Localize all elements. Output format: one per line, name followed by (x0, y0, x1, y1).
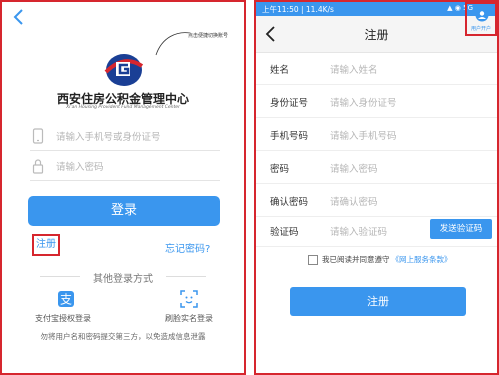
annotation-text: 点击便捷切换账号 (188, 33, 229, 39)
svg-text:支: 支 (60, 293, 72, 307)
security-warning: 勿将用户名和密码提交第三方，以免造成信息泄露 (40, 332, 206, 341)
login-button[interactable]: 登录 (28, 196, 220, 226)
forgot-password-link[interactable]: 忘记密码? (165, 240, 210, 255)
agree-checkbox[interactable] (308, 254, 318, 265)
field-label: 密码 (270, 164, 290, 175)
user-account-button[interactable]: 用户开户 (465, 2, 497, 36)
phone-id-placeholder: 请输入手机号或身份证号 (56, 132, 161, 143)
back-button[interactable] (12, 9, 26, 25)
field-label: 姓名 (270, 65, 290, 76)
alipay-icon[interactable]: 支 (57, 290, 75, 308)
confirm-password-field[interactable]: 确认密码 请确认密码 (256, 184, 497, 217)
phone-icon (32, 128, 44, 144)
field-label: 身份证号 (270, 98, 309, 109)
password-input[interactable]: 请输入密码 (30, 152, 220, 181)
org-logo-icon (104, 54, 144, 86)
register-screen: 上午11:50 | 11.4K/s ▲ ◉ 5G 注册 用户开户 姓名 请输入姓… (254, 0, 499, 375)
user-icon (475, 8, 489, 22)
phone-id-input[interactable]: 请输入手机号或身份证号 (30, 122, 220, 151)
face-scan-icon[interactable] (180, 290, 198, 308)
field-label: 验证码 (270, 227, 299, 238)
login-screen: 点击便捷切换账号 西安住房公积金管理中心 Xi'an Housing Provi… (0, 0, 246, 375)
user-account-label: 用户开户 (470, 26, 491, 32)
page-title: 注册 (364, 28, 389, 42)
terms-agreement: 我已阅读并同意遵守 《网上服务条款》 (308, 254, 452, 265)
other-login-heading: 其他登录方式 (93, 274, 153, 285)
field-label: 确认密码 (270, 197, 309, 208)
face-login-label[interactable]: 刷脸实名登录 (165, 313, 213, 324)
alipay-login-label[interactable]: 支付宝授权登录 (35, 313, 91, 324)
org-english-name: Xi'an Housing Provident Fund Management … (66, 105, 180, 110)
terms-link[interactable]: 《网上服务条款》 (392, 255, 452, 264)
password-placeholder: 请输入密码 (56, 162, 104, 173)
field-placeholder: 请输入验证码 (330, 227, 388, 238)
register-button[interactable]: 注册 (290, 287, 466, 316)
status-bar: 上午11:50 | 11.4K/s ▲ ◉ 5G (256, 2, 497, 16)
id-number-field[interactable]: 身份证号 请输入身份证号 (256, 85, 497, 118)
agree-text: 我已阅读并同意遵守 (322, 255, 390, 264)
send-code-button[interactable]: 发送验证码 (430, 219, 492, 239)
status-time: 上午11:50 | 11.4K/s (262, 5, 334, 14)
field-placeholder: 请输入密码 (330, 164, 378, 175)
phone-field[interactable]: 手机号码 请输入手机号码 (256, 118, 497, 151)
field-placeholder: 请确认密码 (330, 197, 378, 208)
field-placeholder: 请输入身份证号 (330, 98, 397, 109)
password-field[interactable]: 密码 请输入密码 (256, 151, 497, 184)
field-placeholder: 请输入手机号码 (330, 131, 397, 142)
verification-code-field[interactable]: 验证码 请输入验证码 发送验证码 (256, 214, 497, 247)
register-link[interactable]: 注册 (32, 234, 60, 256)
lock-icon (32, 159, 44, 174)
nav-bar: 注册 (256, 16, 497, 53)
annotation-arrow-icon (155, 32, 191, 56)
divider-line-right (166, 276, 206, 277)
chevron-left-icon (13, 9, 23, 25)
name-field[interactable]: 姓名 请输入姓名 (256, 52, 497, 85)
field-label: 手机号码 (270, 131, 309, 142)
field-placeholder: 请输入姓名 (330, 65, 378, 76)
